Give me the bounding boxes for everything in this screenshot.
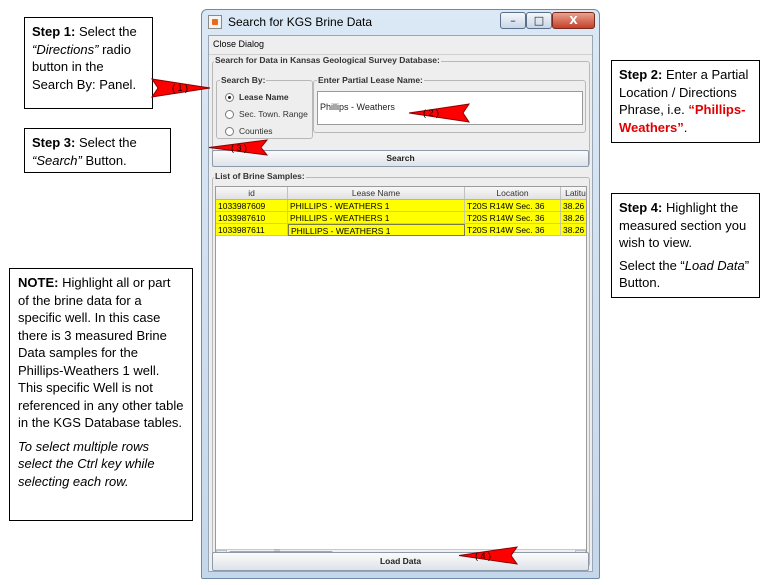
cell-location: T20S R14W Sec. 36 xyxy=(465,212,561,224)
cell-id: 1033987610 xyxy=(216,212,288,224)
step4-callout: Step 4: Highlight the measured section y… xyxy=(611,193,760,298)
cell-location: T20S R14W Sec. 36 xyxy=(465,200,561,212)
search-by-panel: Search By: Lease Name Sec. Town. Range C… xyxy=(216,75,313,139)
step1-emphasis: “Directions” xyxy=(32,41,99,57)
step2-heading: Step 2: xyxy=(619,67,663,82)
step3-text-a: Select the xyxy=(75,135,137,150)
cell-lease-name: PHILLIPS - WEATHERS 1 xyxy=(288,212,465,224)
load-data-button[interactable]: Load Data xyxy=(212,552,589,571)
menu-close-dialog[interactable]: Close Dialog xyxy=(213,39,264,49)
close-icon: X xyxy=(569,14,578,27)
radio-lease-name-label: Lease Name xyxy=(239,92,289,102)
cell-location: T20S R14W Sec. 36 xyxy=(465,224,561,236)
arrow-4-label: ( 4 ) xyxy=(475,551,491,561)
radio-lease-name-dot[interactable] xyxy=(225,93,234,102)
brine-samples-table: id Lease Name Location Latitu 1033987609… xyxy=(215,186,587,562)
title-bar[interactable]: Search for KGS Brine Data – □ X xyxy=(202,10,599,34)
minimize-icon: – xyxy=(510,14,516,27)
step3-heading: Step 3: xyxy=(32,135,76,150)
step4-body: Step 4: Highlight the measured section y… xyxy=(619,199,752,252)
lease-name-label: Enter Partial Lease Name: xyxy=(317,75,424,85)
step4-text-b: Select the “ xyxy=(619,257,685,273)
search-panel-label: Search for Data in Kansas Geological Sur… xyxy=(214,55,441,65)
cell-id: 1033987611 xyxy=(216,224,288,236)
window-title: Search for KGS Brine Data xyxy=(228,15,373,29)
search-button[interactable]: Search xyxy=(212,150,589,167)
cell-lease-name: PHILLIPS - WEATHERS 1 xyxy=(288,224,465,236)
cell-latitude: 38.26 xyxy=(561,212,586,224)
cell-id: 1033987609 xyxy=(216,200,288,212)
step1-text-a: Select the xyxy=(75,24,137,39)
maximize-button[interactable]: □ xyxy=(526,12,552,29)
column-header-latitude[interactable]: Latitu xyxy=(561,187,586,199)
cell-lease-name: PHILLIPS - WEATHERS 1 xyxy=(288,200,465,212)
step4-load-instruction: Select the “Load Data” Button. xyxy=(619,257,752,292)
step3-text-b: Button. xyxy=(81,152,127,168)
arrow-1-label: ( 1 ) xyxy=(172,83,188,93)
note-callout: NOTE: Highlight all or part of the brine… xyxy=(9,268,193,521)
note-tip: To select multiple rows select the Ctrl … xyxy=(18,438,184,491)
radio-counties-dot[interactable] xyxy=(225,127,234,136)
step1-callout: Step 1: Select the “Directions” radio bu… xyxy=(24,17,153,109)
arrow-2-icon: ( 2 ) xyxy=(408,103,471,123)
radio-sec-town-range-dot[interactable] xyxy=(225,110,234,119)
cell-latitude: 38.26 xyxy=(561,200,586,212)
brine-samples-panel: List of Brine Samples: id Lease Name Loc… xyxy=(212,171,590,567)
table-row[interactable]: 1033987610 PHILLIPS - WEATHERS 1 T20S R1… xyxy=(216,212,586,224)
table-row[interactable]: 1033987609 PHILLIPS - WEATHERS 1 T20S R1… xyxy=(216,200,586,212)
step3-emphasis: “Search” xyxy=(32,152,82,168)
arrow-2-label: ( 2 ) xyxy=(423,108,439,118)
close-window-button[interactable]: X xyxy=(552,12,595,29)
note-tip-text: To select multiple rows select the Ctrl … xyxy=(18,438,155,490)
column-header-location[interactable]: Location xyxy=(465,187,561,199)
menu-bar: Close Dialog xyxy=(209,36,592,55)
arrow-3-label: ( 3 ) xyxy=(231,143,247,153)
search-by-label: Search By: xyxy=(220,75,267,85)
search-window: Search for KGS Brine Data – □ X Close Di… xyxy=(201,9,600,579)
column-header-id[interactable]: id xyxy=(216,187,288,199)
step4-heading: Step 4: xyxy=(619,200,663,215)
cell-latitude: 38.26 xyxy=(561,224,586,236)
step1-heading: Step 1: xyxy=(32,24,76,39)
note-body: NOTE: Highlight all or part of the brine… xyxy=(18,274,184,432)
note-heading: NOTE: xyxy=(18,275,59,290)
note-text: Highlight all or part of the brine data … xyxy=(18,275,184,431)
arrow-4-icon: ( 4 ) xyxy=(458,546,519,565)
window-client-area: Close Dialog Search for Data in Kansas G… xyxy=(208,35,593,572)
maximize-icon: □ xyxy=(533,14,545,27)
java-app-icon xyxy=(208,15,222,29)
table-row[interactable]: 1033987611 PHILLIPS - WEATHERS 1 T20S R1… xyxy=(216,224,586,236)
column-header-lease-name[interactable]: Lease Name xyxy=(288,187,465,199)
minimize-button[interactable]: – xyxy=(500,12,526,29)
brine-samples-label: List of Brine Samples: xyxy=(214,171,306,181)
step3-callout: Step 3: Select the “Search” Button. xyxy=(24,128,171,173)
radio-counties-label: Counties xyxy=(239,126,273,136)
step2-text-b: . xyxy=(683,119,688,135)
step4-emphasis: Load Data xyxy=(684,257,745,273)
arrow-1-icon: ( 1 ) xyxy=(150,78,211,98)
step2-callout: Step 2: Enter a Partial Location / Direc… xyxy=(611,60,760,143)
radio-sec-town-range-label: Sec. Town. Range xyxy=(239,109,308,119)
table-header: id Lease Name Location Latitu xyxy=(216,187,586,200)
arrow-3-icon: ( 3 ) xyxy=(208,139,269,156)
